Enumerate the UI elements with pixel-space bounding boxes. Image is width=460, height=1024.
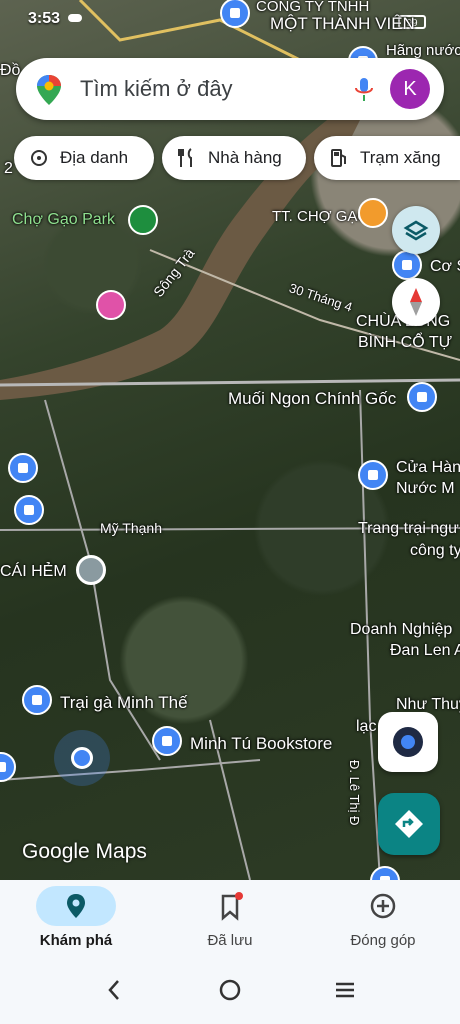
- my-location-button[interactable]: [378, 712, 438, 772]
- add-circle-icon: [370, 893, 396, 919]
- map-label[interactable]: TT. CHỢ GẠO: [272, 208, 369, 225]
- map-label[interactable]: Trại gà Minh Thế: [60, 693, 188, 713]
- menu-lines-icon: [336, 982, 354, 998]
- microphone-icon[interactable]: [352, 76, 376, 104]
- map-view[interactable]: 3:53 99 CÔNG TY TNHH MỘT THÀNH VIÊN Hãng…: [0, 0, 460, 880]
- cafe-icon[interactable]: [358, 198, 388, 228]
- directions-icon: [395, 810, 423, 838]
- place-marker-icon[interactable]: [76, 555, 106, 585]
- tab-icon-area: [190, 886, 270, 926]
- tab-explore[interactable]: Khám phá: [1, 880, 151, 964]
- restaurant-icon: [178, 148, 192, 167]
- street-label: Đ. Lê Thị Đ: [347, 760, 362, 826]
- poi-marker[interactable]: [14, 495, 44, 525]
- chip-restaurants[interactable]: Nhà hàng: [162, 136, 306, 180]
- home-button[interactable]: [218, 978, 242, 1009]
- home-circle-icon: [219, 979, 241, 1001]
- map-label[interactable]: Hãng nước: [386, 42, 460, 59]
- back-button[interactable]: [106, 978, 122, 1009]
- cloud-icon: [68, 14, 82, 22]
- active-tab-indicator: [36, 886, 116, 926]
- tab-label: Khám phá: [39, 932, 113, 949]
- poi-marker[interactable]: [392, 250, 422, 280]
- hotel-icon[interactable]: [96, 290, 126, 320]
- explore-pin-icon: [67, 894, 85, 918]
- poi-marker[interactable]: [22, 685, 52, 715]
- map-label[interactable]: Cửa Hàn: [396, 459, 460, 477]
- recents-button[interactable]: [334, 978, 356, 1009]
- map-label[interactable]: Cơ S: [430, 258, 460, 276]
- bookmark-icon: [221, 892, 243, 921]
- map-label[interactable]: Minh Tú Bookstore: [190, 734, 332, 754]
- status-time: 3:53: [28, 10, 61, 27]
- bottom-navigation: Khám phá Đã lưu Đóng góp: [0, 880, 460, 964]
- back-chevron-icon: [108, 980, 119, 1000]
- map-label[interactable]: công ty: [410, 542, 460, 560]
- chip-label: Địa danh: [60, 148, 129, 167]
- compass-icon: [410, 288, 422, 316]
- map-label[interactable]: CÔNG TY TNHH: [256, 0, 369, 15]
- gas-station-icon: [331, 149, 346, 167]
- directions-button[interactable]: [378, 793, 440, 855]
- chip-label: Nhà hàng: [208, 148, 282, 167]
- map-label[interactable]: Doanh Nghiệp: [350, 621, 452, 639]
- search-bar[interactable]: Tìm kiếm ở đây K: [16, 58, 444, 120]
- chip-landmarks[interactable]: Địa danh: [14, 136, 154, 180]
- map-label[interactable]: MỘT THÀNH VIÊN: [270, 14, 415, 34]
- google-maps-logo: Google Maps: [22, 840, 147, 863]
- my-location-dot: [71, 747, 93, 769]
- layers-icon: [403, 220, 429, 241]
- poi-marker[interactable]: [358, 460, 388, 490]
- layers-button[interactable]: [392, 206, 440, 254]
- maps-logo-icon: [37, 75, 61, 105]
- poi-marker[interactable]: [152, 726, 182, 756]
- chip-gas-stations[interactable]: Trạm xăng: [314, 136, 460, 180]
- map-label[interactable]: Đan Len A: [390, 642, 460, 660]
- system-navigation-bar: [0, 964, 460, 1024]
- tab-label: Đóng góp: [350, 932, 416, 949]
- account-avatar[interactable]: K: [390, 69, 430, 109]
- tab-icon-area: [343, 886, 423, 926]
- poi-marker[interactable]: [407, 382, 437, 412]
- map-label-area[interactable]: CÁI HẺM: [0, 563, 67, 581]
- map-label[interactable]: Muối Ngon Chính Gốc: [228, 389, 396, 409]
- compass-button[interactable]: [392, 278, 440, 326]
- poi-marker[interactable]: [8, 453, 38, 483]
- landmark-icon: [31, 150, 47, 166]
- search-input[interactable]: Tìm kiếm ở đây: [80, 76, 233, 102]
- my-location-icon: [393, 727, 423, 757]
- park-icon[interactable]: [128, 205, 158, 235]
- tab-label: Đã lưu: [207, 932, 253, 949]
- tab-saved[interactable]: Đã lưu: [155, 880, 305, 964]
- map-label: 2: [4, 160, 13, 177]
- map-label[interactable]: lạc: [356, 718, 376, 736]
- map-label-park[interactable]: Chợ Gạo Park: [12, 211, 115, 229]
- map-label[interactable]: Nước M: [396, 480, 455, 498]
- chip-label: Trạm xăng: [360, 148, 441, 167]
- map-label[interactable]: Trang trại ngư: [358, 520, 459, 538]
- street-label: Mỹ Thạnh: [100, 520, 162, 536]
- map-label[interactable]: BÌNH CỔ TỰ: [358, 334, 452, 352]
- tab-contribute[interactable]: Đóng góp: [308, 880, 458, 964]
